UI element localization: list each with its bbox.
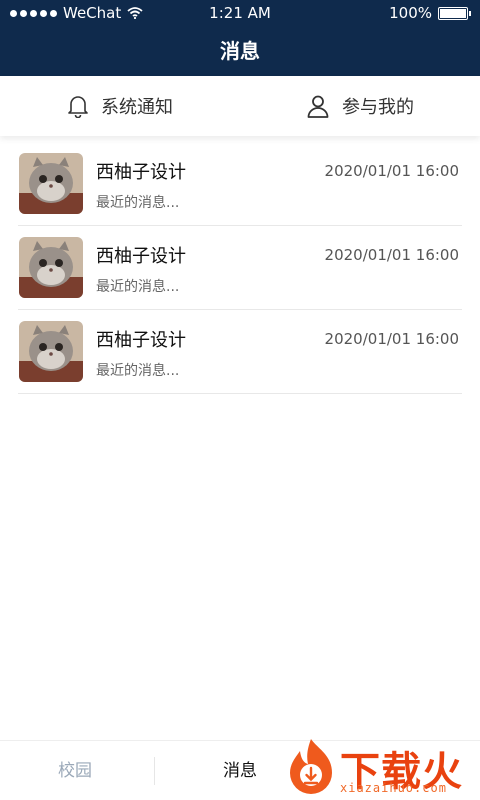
status-bar: WeChat 1:21 AM 100% — [0, 0, 480, 26]
bell-icon — [68, 96, 88, 118]
avatar — [19, 321, 83, 382]
message-preview: 最近的消息... — [96, 195, 180, 211]
message-time: 2020/01/01 16:00 — [324, 330, 459, 348]
avatar — [19, 237, 83, 298]
flame-logo-icon — [290, 739, 332, 794]
message-preview: 最近的消息... — [96, 363, 180, 379]
bottom-tab-campus[interactable]: 校园 — [0, 741, 150, 800]
message-sender: 西柚子设计 — [96, 162, 186, 183]
battery-percent: 100% — [389, 4, 432, 22]
watermark-url: xiazaihuo.com — [340, 781, 447, 795]
tab-divider — [154, 757, 155, 785]
message-sender: 西柚子设计 — [96, 246, 186, 267]
person-icon — [307, 95, 329, 118]
message-preview: 最近的消息... — [96, 279, 180, 295]
message-sender: 西柚子设计 — [96, 330, 186, 351]
message-time: 2020/01/01 16:00 — [324, 246, 459, 264]
message-list: 西柚子设计 2020/01/01 16:00 最近的消息... 西柚子设计 20… — [18, 142, 462, 394]
tab-system-notifications[interactable]: 系统通知 — [0, 76, 240, 136]
message-time: 2020/01/01 16:00 — [324, 162, 459, 180]
watermark: 下载火 xiazaihuo.com — [282, 735, 480, 800]
list-item[interactable]: 西柚子设计 2020/01/01 16:00 最近的消息... — [18, 142, 462, 226]
avatar — [19, 153, 83, 214]
status-right: 100% — [389, 4, 471, 22]
tab-label: 参与我的 — [342, 97, 414, 118]
list-item[interactable]: 西柚子设计 2020/01/01 16:00 最近的消息... — [18, 310, 462, 394]
message-category-tabs: 系统通知 参与我的 — [0, 76, 480, 136]
tab-involving-me[interactable]: 参与我的 — [240, 76, 480, 136]
page-title: 消息 — [0, 26, 480, 76]
list-item[interactable]: 西柚子设计 2020/01/01 16:00 最近的消息... — [18, 226, 462, 310]
battery-icon — [438, 6, 471, 20]
tab-label: 系统通知 — [101, 97, 173, 118]
